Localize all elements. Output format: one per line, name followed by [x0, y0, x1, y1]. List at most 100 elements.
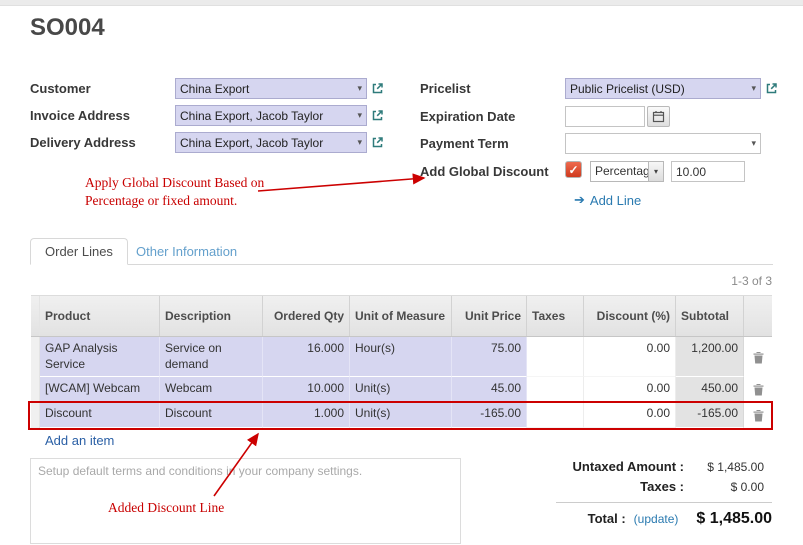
total-label: Total :	[588, 511, 626, 526]
tab-divider	[30, 264, 773, 265]
cell-description: Webcam	[160, 377, 263, 402]
taxes-label: Taxes :	[540, 479, 684, 494]
header-ordered-qty[interactable]: Ordered Qty	[263, 296, 350, 336]
chevron-down-icon[interactable]: ▾	[751, 84, 756, 93]
discount-type-select[interactable]: Percentage ▾	[590, 161, 664, 182]
cell-ordered-qty: 10.000	[263, 377, 350, 402]
chevron-down-icon[interactable]: ▾	[648, 162, 663, 181]
handle-column-header	[31, 296, 40, 336]
chevron-down-icon[interactable]: ▾	[357, 84, 362, 93]
delete-row-icon[interactable]	[744, 402, 772, 428]
pager: 1-3 of 3	[731, 274, 772, 288]
check-icon: ✓	[568, 163, 578, 177]
global-discount-annotation: Apply Global Discount Based on Percentag…	[85, 174, 280, 209]
customer-input[interactable]: China Export ▾	[175, 78, 367, 99]
header-subtotal[interactable]: Subtotal	[676, 296, 744, 336]
cell-discount: 0.00	[584, 377, 676, 402]
order-lines-table: Product Description Ordered Qty Unit of …	[31, 295, 772, 428]
page-title: SO004	[30, 14, 105, 42]
pricelist-label: Pricelist	[420, 81, 471, 96]
customer-field[interactable]: China Export ▾	[175, 78, 384, 99]
cell-unit-price: 75.00	[452, 337, 527, 377]
add-line-label: Add Line	[590, 193, 641, 208]
chevron-down-icon[interactable]: ▾	[357, 111, 362, 120]
row-handle	[31, 377, 40, 402]
invoice-address-field[interactable]: China Export, Jacob Taylor ▾	[175, 105, 384, 126]
cell-ordered-qty: 1.000	[263, 402, 350, 428]
external-link-icon[interactable]	[765, 82, 778, 95]
row-handle	[31, 402, 40, 428]
cell-discount: 0.00	[584, 402, 676, 428]
row-handle	[31, 337, 40, 377]
tab-order-lines-label: Order Lines	[45, 244, 113, 259]
untaxed-amount-label: Untaxed Amount :	[540, 459, 684, 474]
pricelist-input[interactable]: Public Pricelist (USD) ▾	[565, 78, 761, 99]
order-line-row-discount[interactable]: Discount Discount 1.000 Unit(s) -165.00 …	[31, 402, 772, 428]
added-discount-line-annotation: Added Discount Line	[108, 499, 224, 517]
tab-other-information[interactable]: Other Information	[124, 238, 249, 265]
expiration-date-label: Expiration Date	[420, 109, 515, 124]
cell-taxes	[527, 402, 584, 428]
header-product[interactable]: Product	[40, 296, 160, 336]
delete-row-icon[interactable]	[744, 377, 772, 402]
cell-unit-of-measure: Hour(s)	[350, 337, 452, 377]
cell-product: Discount	[40, 402, 160, 428]
add-an-item-link[interactable]: Add an item	[45, 433, 114, 448]
pricelist-value: Public Pricelist (USD)	[570, 82, 685, 96]
discount-amount-input[interactable]	[671, 161, 745, 182]
totals-divider	[556, 502, 772, 503]
terms-conditions-textarea[interactable]	[30, 458, 461, 544]
delivery-address-field[interactable]: China Export, Jacob Taylor ▾	[175, 132, 384, 153]
customer-label: Customer	[30, 81, 91, 96]
cell-taxes	[527, 377, 584, 402]
external-link-icon[interactable]	[371, 109, 384, 122]
cell-description: Discount	[160, 402, 263, 428]
tab-other-information-label: Other Information	[136, 244, 237, 259]
global-discount-checkbox[interactable]: ✓	[565, 161, 582, 178]
untaxed-amount-value: $ 1,485.00	[684, 460, 764, 474]
header-delete-column	[744, 296, 772, 336]
add-line-button[interactable]: ➔ Add Line	[574, 192, 641, 208]
delete-row-icon[interactable]	[744, 337, 772, 377]
header-discount[interactable]: Discount (%)	[584, 296, 676, 336]
external-link-icon[interactable]	[371, 82, 384, 95]
expiration-date-input[interactable]	[565, 106, 645, 127]
cell-product: [WCAM] Webcam	[40, 377, 160, 402]
external-link-icon[interactable]	[371, 136, 384, 149]
payment-term-select[interactable]: ▾	[565, 133, 761, 154]
delivery-address-value: China Export, Jacob Taylor	[180, 136, 323, 150]
header-taxes[interactable]: Taxes	[527, 296, 584, 336]
sales-order-form: SO004 Customer China Export ▾ Invoice Ad…	[0, 0, 803, 545]
header-description[interactable]: Description	[160, 296, 263, 336]
header-unit-price[interactable]: Unit Price	[452, 296, 527, 336]
invoice-address-input[interactable]: China Export, Jacob Taylor ▾	[175, 105, 367, 126]
invoice-address-value: China Export, Jacob Taylor	[180, 109, 323, 123]
update-link[interactable]: (update)	[634, 512, 679, 526]
payment-term-label: Payment Term	[420, 136, 509, 151]
order-line-row[interactable]: [WCAM] Webcam Webcam 10.000 Unit(s) 45.0…	[31, 377, 772, 402]
delivery-address-input[interactable]: China Export, Jacob Taylor ▾	[175, 132, 367, 153]
cell-unit-price: 45.00	[452, 377, 527, 402]
calendar-icon[interactable]	[647, 106, 670, 127]
cell-subtotal: 1,200.00	[676, 337, 744, 377]
global-discount-label: Add Global Discount	[420, 164, 549, 179]
header-unit-of-measure[interactable]: Unit of Measure	[350, 296, 452, 336]
chevron-down-icon: ▾	[751, 139, 756, 148]
customer-value: China Export	[180, 82, 249, 96]
cell-discount: 0.00	[584, 337, 676, 377]
delivery-address-label: Delivery Address	[30, 135, 136, 150]
tab-order-lines[interactable]: Order Lines	[30, 238, 128, 265]
pricelist-field[interactable]: Public Pricelist (USD) ▾	[565, 78, 778, 99]
order-line-row[interactable]: GAP Analysis Service Service on demand 1…	[31, 337, 772, 377]
taxes-value: $ 0.00	[684, 480, 764, 494]
cell-unit-of-measure: Unit(s)	[350, 377, 452, 402]
arrow-right-icon: ➔	[574, 192, 585, 208]
cell-subtotal: -165.00	[676, 402, 744, 428]
top-border	[0, 0, 803, 6]
annotation-line1: Apply Global Discount Based on	[85, 174, 280, 192]
chevron-down-icon[interactable]: ▾	[357, 138, 362, 147]
untaxed-amount-row: Untaxed Amount : $ 1,485.00	[540, 459, 764, 474]
expiration-date-field[interactable]	[565, 106, 670, 127]
invoice-address-label: Invoice Address	[30, 108, 130, 123]
total-row: Total : (update) $ 1,485.00	[540, 510, 772, 528]
